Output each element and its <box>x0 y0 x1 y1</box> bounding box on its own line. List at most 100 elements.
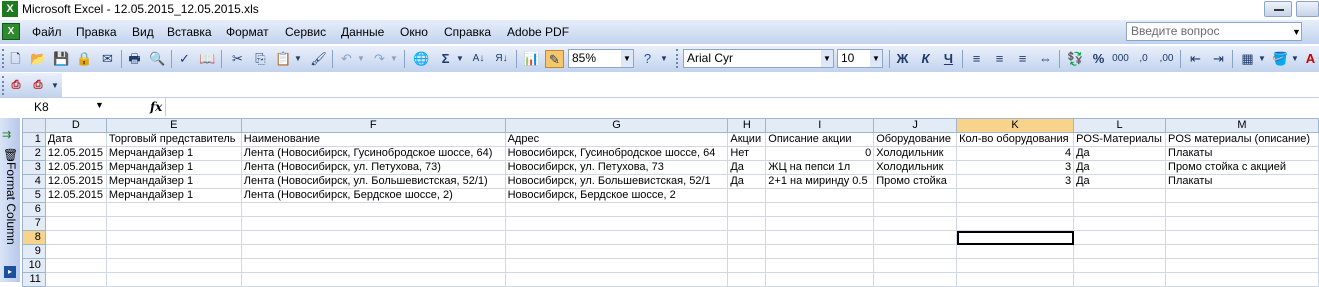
select-all-corner[interactable] <box>22 118 46 133</box>
cell-h8[interactable] <box>727 230 767 245</box>
cell-d7[interactable] <box>44 216 107 231</box>
cell-i3[interactable]: ЖЦ на пепси 1л <box>765 160 875 175</box>
cell-j10[interactable] <box>873 258 958 273</box>
open-folder-icon[interactable]: 📂 <box>29 50 48 68</box>
cell-f4[interactable]: Лента (Новосибирск, ул. Большевистская, … <box>240 174 506 189</box>
cell-f8[interactable] <box>240 230 506 245</box>
percent-button[interactable]: % <box>1089 50 1108 68</box>
cell-h10[interactable] <box>727 258 767 273</box>
cell-m11[interactable] <box>1165 272 1319 287</box>
excel-app-icon[interactable]: X <box>2 1 18 17</box>
convert-to-pdf-icon[interactable]: ⎙ <box>7 76 25 94</box>
cell-e3[interactable]: Мерчандайзер 1 <box>105 160 242 175</box>
cell-m8[interactable] <box>1165 230 1319 245</box>
cell-d11[interactable] <box>44 272 107 287</box>
cell-f11[interactable] <box>240 272 506 287</box>
minimize-button[interactable] <box>1264 1 1292 17</box>
cell-f1[interactable]: Наименование <box>240 132 506 147</box>
cell-l4[interactable]: Да <box>1073 174 1167 189</box>
cell-i6[interactable] <box>765 202 875 217</box>
cell-l6[interactable] <box>1073 202 1167 217</box>
underline-button[interactable]: Ч <box>939 50 958 68</box>
cell-k7[interactable] <box>956 216 1075 231</box>
column-header-i[interactable]: I <box>765 118 875 133</box>
thousands-separator-button[interactable]: 000 <box>1111 50 1130 68</box>
cell-d1[interactable]: Дата <box>44 132 107 147</box>
cell-e8[interactable] <box>105 230 242 245</box>
decrease-indent-icon[interactable]: ⇤ <box>1186 50 1205 68</box>
research-icon[interactable]: 📖 <box>198 50 217 68</box>
cell-e11[interactable] <box>105 272 242 287</box>
cell-e6[interactable] <box>105 202 242 217</box>
cell-k4[interactable]: 3 <box>956 174 1075 189</box>
font-size-combo[interactable]: 10 ▼ <box>837 49 883 68</box>
cell-k10[interactable] <box>956 258 1075 273</box>
cell-m2[interactable]: Плакаты <box>1165 146 1319 161</box>
help-search-input[interactable]: Введите вопрос <box>1126 22 1302 41</box>
format-painter-icon[interactable]: 🖌 <box>309 50 328 68</box>
toolbar-options-icon[interactable]: ▼ <box>659 50 669 68</box>
cell-e7[interactable] <box>105 216 242 231</box>
cell-j5[interactable] <box>873 188 958 203</box>
toolbar-grip[interactable] <box>676 49 679 68</box>
pane-options-icon[interactable]: ▸ <box>4 266 16 278</box>
toolbar-grip[interactable] <box>2 76 5 95</box>
cell-m5[interactable] <box>1165 188 1319 203</box>
row-header[interactable]: 2 <box>22 146 46 161</box>
cell-j8[interactable] <box>873 230 958 245</box>
column-header-d[interactable]: D <box>44 118 107 133</box>
chart-wizard-icon[interactable]: 📊 <box>522 50 541 68</box>
chevron-down-icon[interactable]: ▼ <box>389 50 399 68</box>
workbook-icon[interactable]: X <box>2 23 20 40</box>
cell-h9[interactable] <box>727 244 767 259</box>
cell-e4[interactable]: Мерчандайзер 1 <box>105 174 242 189</box>
cell-m6[interactable] <box>1165 202 1319 217</box>
save-icon[interactable]: 💾 <box>52 50 71 68</box>
cell-m9[interactable] <box>1165 244 1319 259</box>
cell-d2[interactable]: 12.05.2015 <box>44 146 107 161</box>
print-preview-icon[interactable]: 🔍 <box>148 50 167 68</box>
cell-k9[interactable] <box>956 244 1075 259</box>
align-center-icon[interactable]: ≡ <box>990 50 1009 68</box>
cell-k5[interactable] <box>956 188 1075 203</box>
cell-i4[interactable]: 2+1 на миринду 0.5 <box>765 174 875 189</box>
help-icon[interactable]: ? <box>638 50 657 68</box>
cell-g5[interactable]: Новосибирск, Бердское шоссе, 2 <box>504 188 729 203</box>
cell-d5[interactable]: 12.05.2015 <box>44 188 107 203</box>
chevron-down-icon[interactable]: ▼ <box>1257 50 1267 68</box>
menu-data[interactable]: Данные <box>341 24 384 40</box>
hyperlink-icon[interactable]: 🌐 <box>412 50 431 68</box>
menu-tools[interactable]: Сервис <box>285 24 326 40</box>
chevron-down-icon[interactable]: ▼ <box>455 50 465 68</box>
cell-m10[interactable] <box>1165 258 1319 273</box>
cell-i5[interactable] <box>765 188 875 203</box>
column-header-l[interactable]: L <box>1073 118 1167 133</box>
column-header-k[interactable]: K <box>956 118 1075 133</box>
cell-g4[interactable]: Новосибирск, ул. Большевистская, 52/1 <box>504 174 729 189</box>
cell-e5[interactable]: Мерчандайзер 1 <box>105 188 242 203</box>
zoom-combo[interactable]: 85% ▼ <box>568 49 634 68</box>
cell-h2[interactable]: Нет <box>727 146 767 161</box>
row-header[interactable]: 6 <box>22 202 46 217</box>
cell-d4[interactable]: 12.05.2015 <box>44 174 107 189</box>
chevron-down-icon[interactable]: ▼ <box>293 50 303 68</box>
cell-l11[interactable] <box>1073 272 1167 287</box>
new-document-icon[interactable]: 🗋 <box>6 50 25 68</box>
chevron-down-icon[interactable]: ▼ <box>621 50 633 67</box>
delete-icon[interactable]: 🗑 <box>3 148 18 162</box>
copy-icon[interactable]: ⎘ <box>251 50 270 68</box>
chevron-down-icon[interactable]: ▼ <box>1292 27 1301 37</box>
cell-h1[interactable]: Акции <box>727 132 767 147</box>
cell-f9[interactable] <box>240 244 506 259</box>
font-name-combo[interactable]: Arial Cyr ▼ <box>683 49 834 68</box>
cell-l5[interactable] <box>1073 188 1167 203</box>
cell-e1[interactable]: Торговый представитель <box>105 132 242 147</box>
cell-i8[interactable] <box>765 230 875 245</box>
cell-f3[interactable]: Лента (Новосибирск, ул. Петухова, 73) <box>240 160 506 175</box>
cell-d9[interactable] <box>44 244 107 259</box>
insert-column-icon[interactable]: ⇉ <box>2 128 11 141</box>
cell-h6[interactable] <box>727 202 767 217</box>
row-header[interactable]: 11 <box>22 272 46 287</box>
column-header-g[interactable]: G <box>504 118 729 133</box>
restore-button[interactable] <box>1296 1 1319 17</box>
